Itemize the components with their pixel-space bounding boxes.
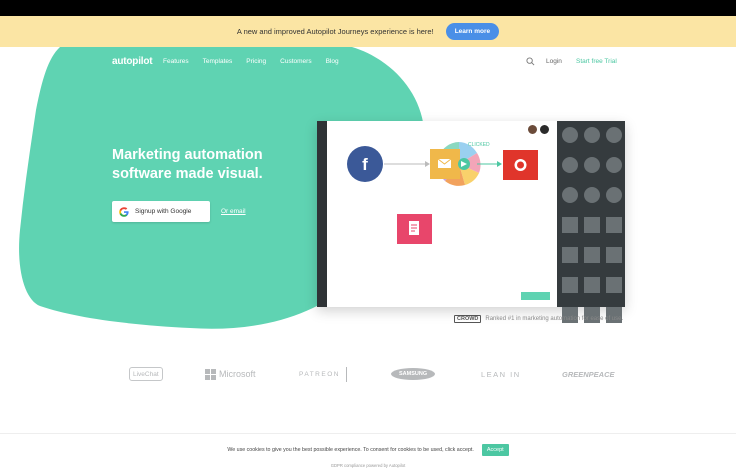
sidebar-tile bbox=[562, 157, 578, 173]
nav-link-features[interactable]: Features bbox=[163, 58, 189, 65]
announcement-bar: A new and improved Autopilot Journeys ex… bbox=[0, 16, 736, 47]
login-link[interactable]: Login bbox=[546, 58, 562, 65]
sidebar-tile bbox=[606, 217, 622, 233]
greenpeace-logo: GREENPEACE bbox=[562, 369, 615, 379]
autopilot-logo[interactable]: autopilot bbox=[112, 56, 153, 67]
sidebar-tile bbox=[606, 187, 622, 203]
samsung-logo: SAMSUNG bbox=[391, 364, 436, 384]
nav-link-templates[interactable]: Templates bbox=[203, 58, 233, 65]
sidebar-tile bbox=[584, 247, 600, 263]
badge-text: Ranked #1 in marketing automation for ea… bbox=[485, 316, 624, 322]
main-nav: autopilot Features Templates Pricing Cus… bbox=[0, 52, 736, 72]
leanin-logo: LEAN IN bbox=[481, 369, 521, 379]
patreon-logo-text: PATREON bbox=[299, 370, 340, 378]
accept-cookies-button[interactable]: Accept bbox=[481, 444, 509, 456]
sidebar-tile bbox=[562, 277, 578, 293]
patreon-logo: PATREON bbox=[299, 364, 347, 384]
sidebar-tile bbox=[606, 247, 622, 263]
sidebar-tile bbox=[562, 217, 578, 233]
patreon-divider bbox=[345, 366, 347, 382]
google-icon bbox=[119, 206, 129, 217]
sidebar-tile bbox=[584, 127, 600, 143]
samsung-logo-text: SAMSUNG bbox=[391, 368, 436, 380]
signup-google-button[interactable]: Signup with Google bbox=[112, 201, 210, 222]
start-free-trial-link[interactable]: Start free Trial bbox=[576, 58, 617, 65]
collaborator-avatars bbox=[527, 124, 550, 135]
svg-text:f: f bbox=[362, 155, 368, 174]
learn-more-button[interactable]: Learn more bbox=[445, 23, 500, 40]
or-email-link[interactable]: Or email bbox=[221, 208, 246, 215]
avatar bbox=[527, 124, 538, 135]
search-icon[interactable] bbox=[526, 57, 535, 66]
announcement-text: A new and improved Autopilot Journeys ex… bbox=[236, 27, 434, 36]
microsoft-icon bbox=[205, 368, 216, 380]
app-preview-window: f CLICKED bbox=[317, 121, 625, 323]
app-save-button bbox=[521, 292, 550, 300]
livechat-logo: LiveChat bbox=[129, 367, 163, 381]
sidebar-tile bbox=[562, 127, 578, 143]
app-left-toolbar bbox=[317, 121, 327, 307]
sidebar-tile bbox=[584, 277, 600, 293]
nav-links: Features Templates Pricing Customers Blo… bbox=[163, 58, 339, 65]
g2-crowd-logo: CROWD bbox=[454, 315, 482, 323]
microsoft-logo: Microsoft bbox=[205, 364, 256, 384]
sidebar-tile bbox=[584, 157, 600, 173]
app-right-sidebar bbox=[557, 121, 625, 323]
clicked-label: CLICKED bbox=[468, 142, 490, 148]
hero-title: Marketing automation software made visua… bbox=[112, 147, 263, 182]
sidebar-tile bbox=[562, 187, 578, 203]
sidebar-tile bbox=[562, 247, 578, 263]
cookie-banner: We use cookies to give you the best poss… bbox=[0, 433, 736, 476]
g2-crowd-badge: CROWD Ranked #1 in marketing automation … bbox=[454, 315, 623, 323]
sidebar-tile bbox=[584, 187, 600, 203]
avatar bbox=[539, 124, 550, 135]
nav-link-pricing[interactable]: Pricing bbox=[246, 58, 266, 65]
cookie-text: We use cookies to give you the best poss… bbox=[227, 447, 474, 453]
journey-canvas: f CLICKED bbox=[347, 142, 538, 244]
sidebar-tile bbox=[606, 157, 622, 173]
customer-logos: LiveChat Microsoft PATREON SAMSUNG LEAN … bbox=[0, 364, 736, 384]
signup-google-label: Signup with Google bbox=[135, 208, 192, 215]
sidebar-tile bbox=[606, 127, 622, 143]
gdpr-footer-text: GDPR compliance powered by Autopilot bbox=[330, 463, 406, 468]
nav-link-blog[interactable]: Blog bbox=[326, 58, 339, 65]
sidebar-tile bbox=[606, 277, 622, 293]
sidebar-tile bbox=[584, 217, 600, 233]
microsoft-logo-text: Microsoft bbox=[219, 369, 256, 379]
nav-link-customers[interactable]: Customers bbox=[280, 58, 311, 65]
